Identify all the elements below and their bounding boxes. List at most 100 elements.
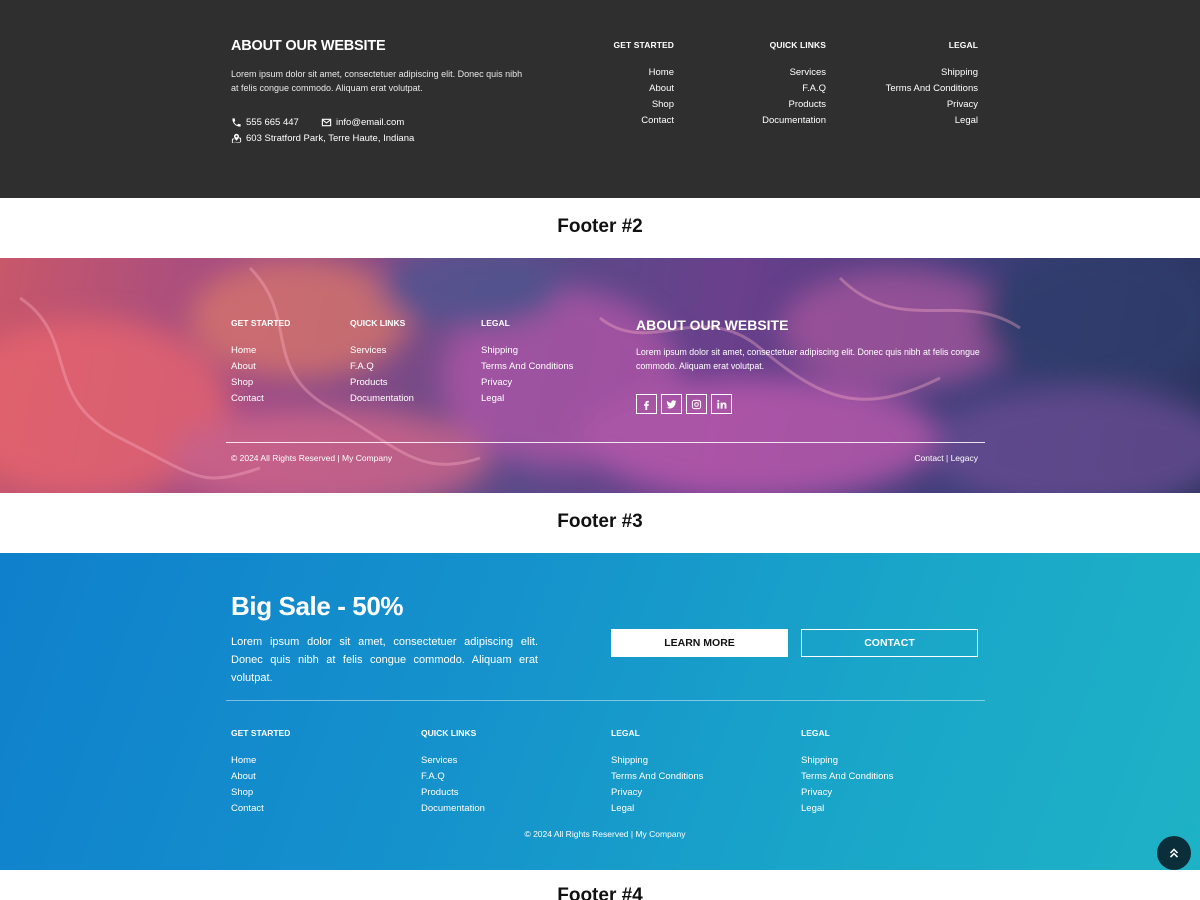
contact-button[interactable]: CONTACT [801, 629, 978, 657]
contact-phone: 555 665 447 [231, 117, 299, 128]
link-terms[interactable]: Terms And Conditions [801, 769, 893, 785]
link-legal[interactable]: Legal [611, 801, 703, 817]
copyright-text: © 2024 All Rights Reserved | My Company [231, 453, 393, 463]
street-address: 603 Stratford Park, Terre Haute, Indiana [246, 133, 415, 144]
learn-more-button[interactable]: LEARN MORE [611, 629, 788, 657]
footer3-col-legal: LEGAL Shipping Terms And Conditions Priv… [611, 728, 703, 817]
about-title: ABOUT OUR WEBSITE [636, 317, 789, 333]
facebook-button[interactable] [636, 394, 657, 414]
instagram-button[interactable] [686, 394, 707, 414]
link-products[interactable]: Products [421, 785, 485, 801]
email-address[interactable]: info@email.com [336, 117, 404, 128]
link-about[interactable]: About [231, 769, 290, 785]
link-shop[interactable]: Shop [231, 785, 290, 801]
link-legal[interactable]: Legal [481, 391, 573, 407]
section-title-footer-2: Footer #2 [557, 216, 643, 237]
column-heading: GET STARTED [231, 318, 291, 328]
contact-email: info@email.com [321, 117, 404, 128]
column-heading: LEGAL [948, 40, 978, 50]
link-services[interactable]: Services [421, 753, 485, 769]
footer2-col-get-started: GET STARTED Home About Shop Contact [231, 318, 290, 407]
footer-1: ABOUT OUR WEBSITE Lorem ipsum dolor sit … [0, 0, 1200, 198]
sale-title: Big Sale - 50% [231, 591, 404, 621]
link-shipping[interactable]: Shipping [801, 753, 893, 769]
link-home[interactable]: Home [231, 343, 290, 359]
link-documentation[interactable]: Documentation [762, 113, 826, 129]
link-services[interactable]: Services [762, 65, 826, 81]
link-documentation[interactable]: Documentation [350, 391, 414, 407]
about-text: Lorem ipsum dolor sit amet, consectetuer… [231, 69, 523, 93]
link-privacy[interactable]: Privacy [801, 785, 893, 801]
link-shop[interactable]: Shop [614, 97, 674, 113]
link-terms[interactable]: Terms And Conditions [611, 769, 703, 785]
link-about[interactable]: About [614, 81, 674, 97]
column-heading: LEGAL [611, 728, 640, 738]
link-products[interactable]: Products [762, 97, 827, 113]
link-shipping[interactable]: Shipping [611, 753, 703, 769]
about-title: ABOUT OUR WEBSITE [231, 38, 386, 54]
contact-address: 603 Stratford Park, Terre Haute, Indiana [231, 133, 414, 144]
column-heading: LEGAL [481, 318, 510, 328]
link-shop[interactable]: Shop [231, 375, 290, 391]
linkedin-button[interactable] [711, 394, 732, 414]
bottom-links[interactable]: Contact | Legacy [914, 453, 978, 463]
link-shipping[interactable]: Shipping [481, 343, 573, 359]
link-home[interactable]: Home [231, 753, 290, 769]
divider [226, 700, 985, 701]
link-products[interactable]: Products [350, 375, 414, 391]
column-heading: GET STARTED [231, 728, 291, 738]
instagram-icon [691, 399, 702, 409]
section-title-footer-4: Footer #4 [557, 885, 643, 900]
footer1-col-quick-links: QUICK LINKS Services F.A.Q Products Docu… [762, 40, 826, 129]
phone-icon [232, 118, 241, 127]
footer2-col-quick-links: QUICK LINKS Services F.A.Q Products Docu… [350, 318, 414, 407]
footer-2: GET STARTED Home About Shop Contact QUIC… [0, 258, 1200, 493]
link-privacy[interactable]: Privacy [481, 375, 573, 391]
link-contact[interactable]: Contact [614, 113, 674, 129]
link-terms[interactable]: Terms And Conditions [886, 81, 978, 97]
column-heading: QUICK LINKS [421, 728, 477, 738]
copyright-text: © 2024 All Rights Reserved | My Company [524, 829, 686, 839]
smoke-background-image [0, 258, 1200, 493]
linkedin-icon [717, 399, 727, 409]
link-legal[interactable]: Legal [801, 801, 893, 817]
link-documentation[interactable]: Documentation [421, 801, 485, 817]
facebook-icon [644, 400, 649, 410]
map-icon [231, 133, 242, 144]
link-contact[interactable]: Contact [231, 801, 290, 817]
twitter-button[interactable] [661, 394, 682, 414]
link-legal[interactable]: Legal [886, 113, 978, 129]
social-links [636, 394, 732, 414]
link-services[interactable]: Services [350, 343, 414, 359]
link-shipping[interactable]: Shipping [886, 65, 978, 81]
link-about[interactable]: About [231, 359, 290, 375]
section-title-footer-3: Footer #3 [557, 511, 643, 532]
footer3-col-quick-links: QUICK LINKS Services F.A.Q Products Docu… [421, 728, 485, 817]
double-chevron-up-icon [1169, 848, 1179, 858]
footer3-col-get-started: GET STARTED Home About Shop Contact [231, 728, 290, 817]
link-home[interactable]: Home [614, 65, 674, 81]
footer-3: Big Sale - 50% Lorem ipsum dolor sit ame… [0, 553, 1200, 870]
link-contact[interactable]: Contact [231, 391, 290, 407]
link-terms[interactable]: Terms And Conditions [481, 359, 573, 375]
column-heading: LEGAL [801, 728, 830, 738]
envelope-icon [321, 118, 332, 127]
link-faq[interactable]: F.A.Q [762, 81, 826, 97]
footer1-col-get-started: GET STARTED Home About Shop Contact [614, 40, 674, 129]
link-faq[interactable]: F.A.Q [350, 359, 414, 375]
link-privacy[interactable]: Privacy [886, 97, 978, 113]
twitter-icon [666, 399, 677, 408]
column-heading: QUICK LINKS [769, 40, 826, 50]
about-text: Lorem ipsum dolor sit amet, consectetuer… [636, 347, 980, 371]
sale-text: Lorem ipsum dolor sit amet, consectetuer… [231, 636, 538, 684]
divider [226, 442, 985, 443]
phone-number: 555 665 447 [246, 117, 299, 128]
footer3-col-legal-2: LEGAL Shipping Terms And Conditions Priv… [801, 728, 893, 817]
footer2-col-legal: LEGAL Shipping Terms And Conditions Priv… [481, 318, 573, 407]
footer1-col-legal: LEGAL Shipping Terms And Conditions Priv… [886, 40, 978, 129]
link-privacy[interactable]: Privacy [611, 785, 703, 801]
column-heading: QUICK LINKS [350, 318, 406, 328]
scroll-to-top-button[interactable] [1157, 836, 1191, 870]
link-faq[interactable]: F.A.Q [421, 769, 485, 785]
column-heading: GET STARTED [613, 40, 674, 50]
